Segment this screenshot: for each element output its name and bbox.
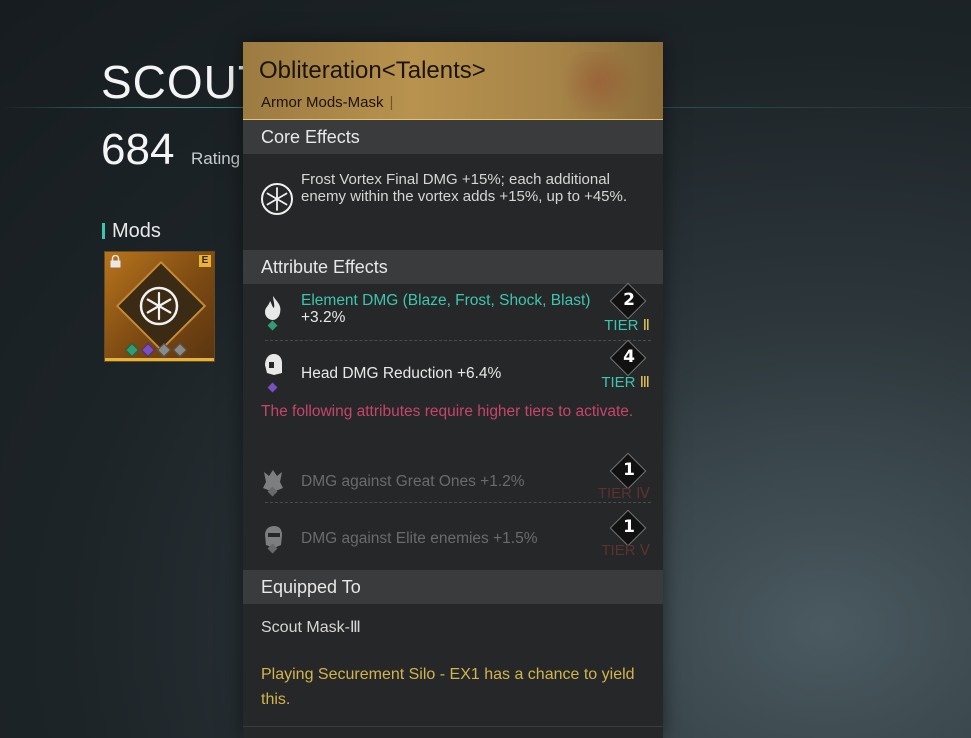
attribute-effects-header: Attribute Effects (243, 250, 663, 284)
gem-icon (124, 342, 140, 358)
core-effect: Frost Vortex Final DMG +15%; each additi… (243, 154, 663, 250)
gem-icon (267, 382, 278, 393)
flame-icon (265, 296, 281, 320)
frost-vortex-icon (261, 183, 293, 215)
slot-rarity-bar (105, 358, 214, 361)
mods-section-label: Mods (102, 220, 161, 243)
gem-icon (172, 342, 188, 358)
gem-icon (156, 342, 172, 358)
mod-gem-row (124, 342, 188, 358)
tier-warning: The following attributes require higher … (261, 403, 634, 420)
tooltip-title: Obliteration<Talents> (259, 57, 486, 84)
rating-value: 684 (101, 125, 175, 174)
core-effects-header: Core Effects (243, 120, 663, 154)
attribute-row: Element DMG (Blaze, Frost, Shock, Blast)… (243, 282, 663, 341)
attribute-text: Head DMG Reduction +6.4% (301, 365, 502, 382)
mod-slot[interactable]: E (104, 251, 215, 362)
lock-icon (110, 255, 121, 268)
tier-label: TIER Ⅴ (601, 542, 650, 559)
drop-source: Playing Securement Silo - EX1 has a chan… (261, 666, 635, 708)
attribute-row: DMG against Elite enemies +1.5% 1 TIER Ⅴ (243, 509, 663, 570)
tier-number: 2 (623, 290, 635, 310)
helmet-icon (265, 354, 282, 375)
core-effect-text: Frost Vortex Final DMG +15%; each additi… (301, 171, 628, 205)
gem-icon (267, 320, 278, 331)
slot-badge: E (199, 255, 211, 267)
tier-label: TIER Ⅱ (604, 317, 650, 334)
equipped-to-value: Scout Mask-Ⅲ (261, 619, 361, 636)
attribute-row: Head DMG Reduction +6.4% 4 TIER Ⅲ (243, 339, 663, 398)
equipped-to-header: Equipped To (243, 570, 663, 604)
attribute-row: DMG against Great Ones +1.2% 1 TIER Ⅳ (243, 452, 663, 513)
tier-number: 1 (623, 517, 635, 537)
attribute-text: Element DMG (Blaze, Frost, Shock, Blast)… (301, 292, 591, 326)
tooltip-header: Obliteration<Talents> Armor Mods-Mask (243, 42, 663, 120)
tier-label: TIER Ⅲ (601, 374, 650, 391)
attribute-text: DMG against Elite enemies +1.5% (301, 530, 538, 547)
tier-number: 1 (623, 460, 635, 480)
snowflake-icon (139, 286, 179, 326)
gem-icon (140, 342, 156, 358)
rating-label: Rating (191, 149, 241, 168)
item-tooltip: Obliteration<Talents> Armor Mods-Mask Co… (243, 42, 663, 738)
attribute-text: DMG against Great Ones +1.2% (301, 473, 525, 490)
tooltip-subtitle: Armor Mods-Mask (261, 94, 393, 111)
tier-label: TIER Ⅳ (597, 485, 650, 502)
tier-number: 4 (623, 347, 635, 367)
